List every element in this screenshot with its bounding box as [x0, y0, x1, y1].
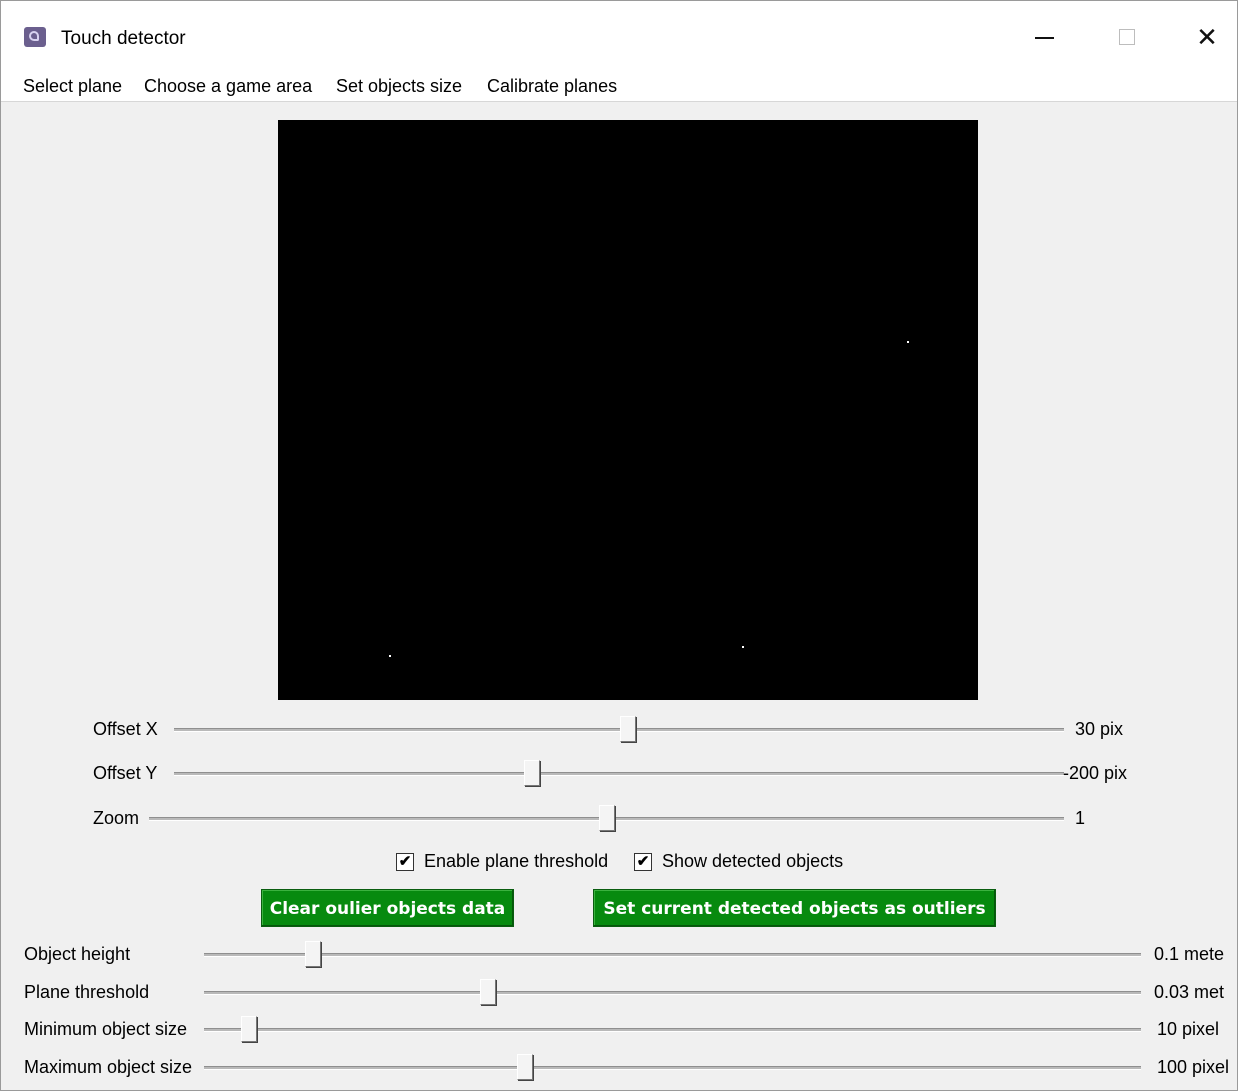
close-button[interactable]: ✕	[1184, 19, 1230, 55]
offset-y-slider-row: Offset Y -200 pix	[1, 759, 1237, 789]
min-object-size-value: 10 pixel	[1157, 1019, 1220, 1039]
max-object-size-slider-row: Maximum object size 100 pixel	[1, 1053, 1237, 1083]
zoom-slider-handle[interactable]	[599, 805, 615, 831]
max-object-size-slider[interactable]	[204, 1054, 1141, 1080]
detected-point	[742, 646, 744, 648]
app-window: Touch detector ✕ Select plane Choose a g…	[0, 0, 1238, 1091]
offset-y-slider[interactable]	[174, 760, 1064, 786]
app-icon	[24, 27, 46, 47]
object-height-label: Object height	[24, 944, 131, 964]
object-height-slider-row: Object height 0.1 mete	[1, 940, 1237, 970]
checkbox-label: Enable plane threshold	[424, 851, 609, 871]
offset-x-slider-row: Offset X 30 pix	[1, 715, 1237, 745]
offset-x-value: 30 pix	[1075, 719, 1124, 739]
object-height-value: 0.1 mete	[1154, 944, 1225, 964]
offset-y-value: -200 pix	[1063, 763, 1128, 783]
zoom-label: Zoom	[93, 808, 140, 828]
menu-bar: Select plane Choose a game area Set obje…	[1, 71, 1237, 102]
max-object-size-slider-handle[interactable]	[517, 1054, 533, 1080]
offset-y-label: Offset Y	[93, 763, 158, 783]
checkbox-box[interactable]: ✔	[396, 853, 414, 871]
minimize-button[interactable]	[1021, 19, 1067, 55]
menu-select-plane[interactable]: Select plane	[23, 76, 122, 97]
offset-x-slider[interactable]	[174, 716, 1064, 742]
object-height-slider-handle[interactable]	[305, 941, 321, 967]
checkbox-label: Show detected objects	[662, 851, 844, 871]
checkbox-box[interactable]: ✔	[634, 853, 652, 871]
zoom-slider-row: Zoom 1	[1, 804, 1237, 834]
detected-point	[389, 655, 391, 657]
plane-threshold-value: 0.03 met	[1154, 982, 1225, 1002]
detected-point	[907, 341, 909, 343]
title-bar[interactable]: Touch detector ✕	[1, 1, 1237, 71]
offset-x-slider-handle[interactable]	[620, 716, 636, 742]
plane-threshold-slider[interactable]	[204, 979, 1141, 1005]
min-object-size-slider-row: Minimum object size 10 pixel	[1, 1015, 1237, 1045]
zoom-value: 1	[1075, 808, 1086, 828]
max-object-size-label: Maximum object size	[24, 1057, 193, 1077]
menu-choose-game-area[interactable]: Choose a game area	[144, 76, 312, 97]
min-object-size-slider[interactable]	[204, 1016, 1141, 1042]
set-outliers-button[interactable]: Set current detected objects as outliers	[593, 889, 996, 927]
offset-y-slider-handle[interactable]	[524, 760, 540, 786]
maximize-button[interactable]	[1104, 19, 1150, 55]
window-title: Touch detector	[61, 28, 186, 49]
menu-calibrate-planes[interactable]: Calibrate planes	[487, 76, 617, 97]
zoom-slider[interactable]	[149, 805, 1064, 831]
plane-threshold-slider-row: Plane threshold 0.03 met	[1, 978, 1237, 1008]
min-object-size-label: Minimum object size	[24, 1019, 188, 1039]
plane-threshold-label: Plane threshold	[24, 982, 150, 1002]
depth-view-canvas[interactable]	[278, 120, 978, 700]
clear-outlier-objects-button[interactable]: Clear oulier objects data	[261, 889, 514, 927]
menu-set-objects-size[interactable]: Set objects size	[336, 76, 462, 97]
offset-x-label: Offset X	[93, 719, 158, 739]
plane-threshold-slider-handle[interactable]	[480, 979, 496, 1005]
object-height-slider[interactable]	[204, 941, 1141, 967]
max-object-size-value: 100 pixel	[1157, 1057, 1230, 1077]
min-object-size-slider-handle[interactable]	[241, 1016, 257, 1042]
